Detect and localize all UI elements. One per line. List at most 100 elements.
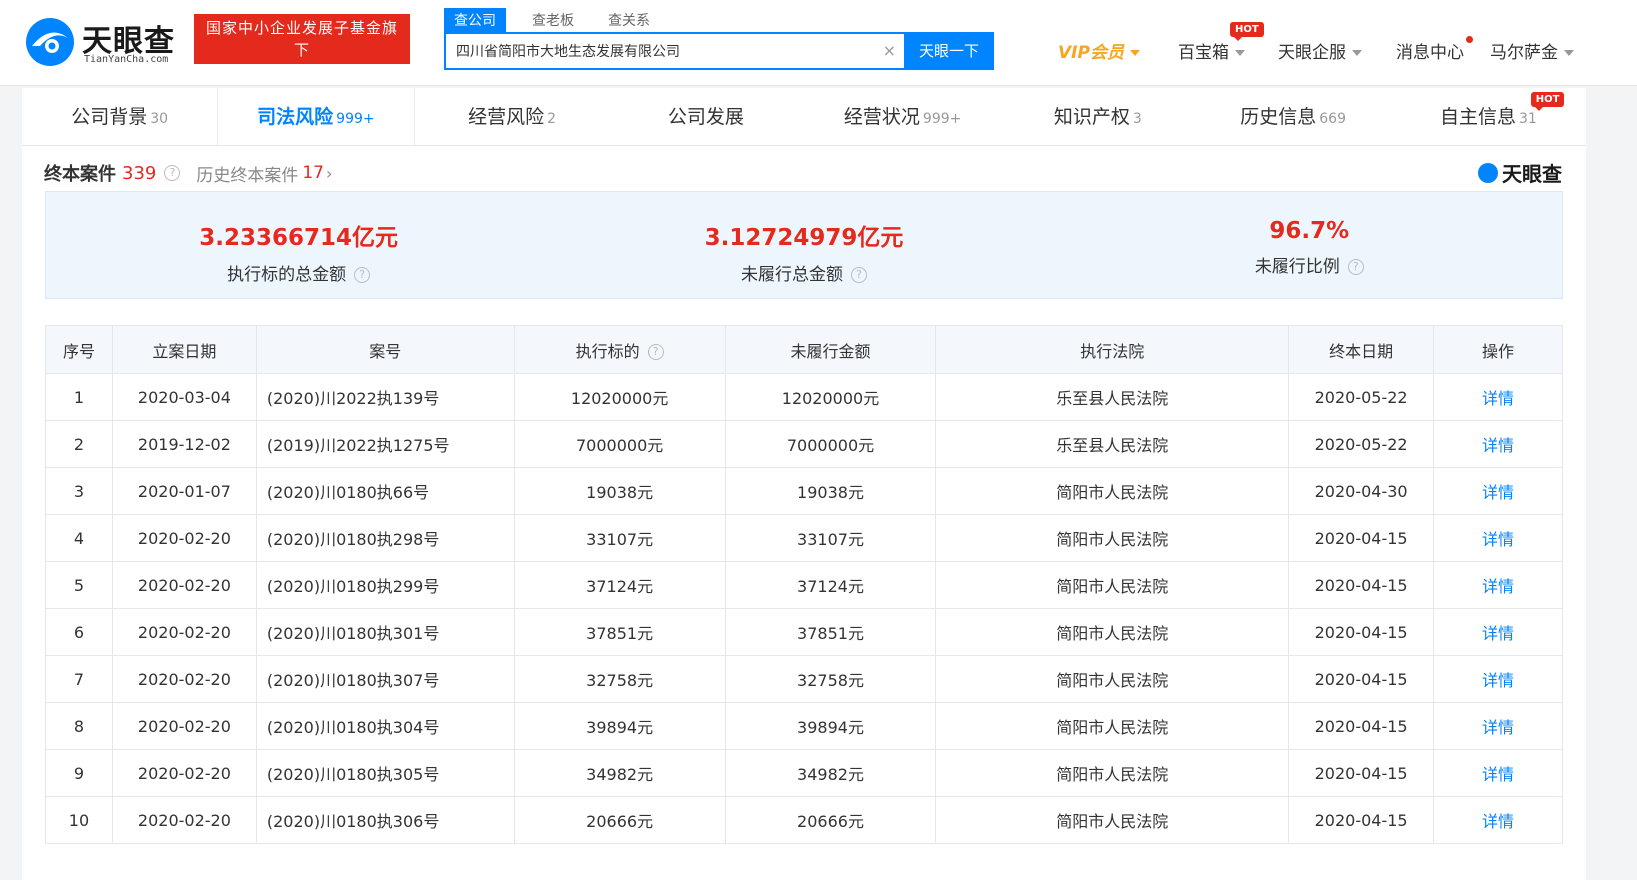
search-tab-company[interactable]: 查公司 — [444, 8, 506, 32]
table-cell: 简阳市人民法院 — [935, 561, 1290, 609]
table-row: 3 2020-01-07 (2020)川0180执66号 19038元 19038元 简阳… — [45, 467, 1563, 515]
details-link[interactable]: 详情 — [1482, 483, 1514, 502]
table-cell: 7000000元 — [724, 420, 937, 468]
details-link[interactable]: 详情 — [1482, 530, 1514, 549]
tab-count: 2 — [547, 111, 557, 127]
summary-value: 3.12724979亿元 — [704, 225, 904, 251]
table-cell: 1 — [45, 373, 113, 421]
details-link[interactable]: 详情 — [1482, 624, 1514, 643]
table-cell: 2020-02-20 — [111, 655, 257, 703]
table-header-row: 序号 立案日期 案号 执行标的? 未履行金额 执行法院 终本日期 操作 — [45, 325, 1563, 374]
table-cell: (2020)川0180执307号 — [255, 655, 515, 703]
help-icon[interactable]: ? — [354, 267, 371, 283]
table-cell: 详情 — [1433, 373, 1563, 421]
col-header: 终本日期 — [1288, 325, 1435, 374]
search-tab-boss[interactable]: 查老板 — [522, 8, 584, 32]
details-link[interactable]: 详情 — [1482, 765, 1514, 784]
details-link[interactable]: 详情 — [1482, 389, 1514, 408]
help-icon[interactable]: ? — [164, 165, 181, 181]
table-cell: 12020000元 — [513, 373, 726, 421]
details-link[interactable]: 详情 — [1482, 577, 1514, 596]
tab-intellectual-property[interactable]: 知识产权 3 — [1000, 88, 1195, 145]
table-cell: (2020)川2022执139号 — [255, 373, 515, 421]
summary-label-row: 未履行比例? — [1057, 252, 1562, 277]
help-icon[interactable]: ? — [850, 267, 867, 283]
hot-badge: HOT — [1530, 92, 1565, 111]
table-cell: 37851元 — [513, 608, 726, 656]
table-cell: 2020-04-15 — [1288, 561, 1435, 609]
summary-label-row: 执行标的总金额? — [46, 260, 551, 285]
table-cell: (2020)川0180执298号 — [255, 514, 515, 562]
summary-label: 未履行比例 — [1254, 257, 1340, 277]
history-cases-link[interactable]: 历史终本案件 — [196, 161, 298, 186]
enterprise-service-menu[interactable]: 天眼企服 — [1278, 38, 1362, 64]
chevron-right-icon[interactable]: › — [326, 164, 332, 183]
table-cell: 2020-01-07 — [111, 467, 257, 515]
watermark-brand: 天眼查 — [1478, 158, 1562, 187]
table-cell: 2019-12-02 — [111, 420, 257, 468]
search-box: × — [444, 32, 906, 70]
table-cell: 详情 — [1433, 796, 1563, 844]
table-cell: 2020-05-22 — [1288, 373, 1435, 421]
col-header: 执行标的 — [575, 341, 640, 361]
clear-icon[interactable]: × — [883, 41, 896, 60]
section-count: 339 — [122, 162, 157, 184]
details-link[interactable]: 详情 — [1482, 718, 1514, 737]
table-cell: 4 — [45, 514, 113, 562]
table-cell: 7000000元 — [513, 420, 726, 468]
table-cell: 6 — [45, 608, 113, 656]
table-cell: 8 — [45, 702, 113, 750]
details-link[interactable]: 详情 — [1482, 671, 1514, 690]
tab-count: 31 — [1518, 111, 1537, 127]
table-cell: 简阳市人民法院 — [935, 749, 1290, 797]
search-button[interactable]: 天眼一下 — [904, 32, 994, 70]
tab-judicial-risk[interactable]: 司法风险 999+ — [217, 88, 415, 145]
tab-history-info[interactable]: 历史信息 669 — [1196, 88, 1391, 145]
message-center-link[interactable]: 消息中心 — [1396, 38, 1464, 64]
treasure-box-menu[interactable]: 百宝箱 — [1178, 38, 1245, 64]
table-cell: 10 — [45, 796, 113, 844]
table-row: 10 2020-02-20 (2020)川0180执306号 20666元 20666元… — [45, 796, 1563, 844]
help-icon[interactable]: ? — [1347, 259, 1364, 275]
table-cell: 2020-04-15 — [1288, 655, 1435, 703]
tab-self-info[interactable]: 自主信息 31 HOT — [1391, 88, 1586, 145]
section-title: 终本案件 — [44, 164, 116, 185]
table-cell: 详情 — [1433, 655, 1563, 703]
help-icon[interactable]: ? — [647, 344, 664, 360]
table-cell: 详情 — [1433, 420, 1563, 468]
search-tab-relation[interactable]: 查关系 — [598, 8, 660, 32]
tab-operating-status[interactable]: 经营状况 999+ — [805, 88, 1000, 145]
table-row: 4 2020-02-20 (2020)川0180执298号 33107元 33107元简… — [45, 514, 1563, 562]
table-cell: 37124元 — [724, 561, 937, 609]
table-cell: 简阳市人民法院 — [935, 655, 1290, 703]
treasure-label: 百宝箱 — [1178, 43, 1229, 63]
table-cell: 2020-04-15 — [1288, 702, 1435, 750]
vip-member-menu[interactable]: VIP会员 — [1058, 38, 1140, 64]
table-body: 1 2020-03-04 (2020)川2022执139号 12020000元 1202… — [45, 373, 1563, 844]
table-cell: 乐至县人民法院 — [935, 373, 1290, 421]
brand-text: 天眼查 — [1502, 162, 1562, 186]
col-header: 未履行金额 — [724, 325, 937, 374]
table-cell: 2020-02-20 — [111, 561, 257, 609]
tab-count: 3 — [1132, 111, 1142, 127]
logo-eye-icon — [1478, 162, 1498, 183]
table-cell: 2020-02-20 — [111, 702, 257, 750]
table-cell: 34982元 — [724, 749, 937, 797]
table-row: 2 2019-12-02 (2019)川2022执1275号 7000000元 7000… — [45, 420, 1563, 468]
history-cases-count[interactable]: 17 — [302, 163, 324, 183]
category-tabs: 公司背景 30 司法风险 999+ 经营风险 2 公司发展 经营状况 999+ 知识产权… — [22, 88, 1586, 146]
user-menu[interactable]: 马尔萨金 — [1490, 38, 1574, 64]
tab-operating-risk[interactable]: 经营风险 2 — [415, 88, 610, 145]
table-row: 9 2020-02-20 (2020)川0180执305号 34982元 34982元简… — [45, 749, 1563, 797]
table-cell: 2020-04-30 — [1288, 467, 1435, 515]
details-link[interactable]: 详情 — [1482, 812, 1514, 831]
details-link[interactable]: 详情 — [1482, 436, 1514, 455]
section-header: 终本案件 339 ? 历史终本案件 17 › — [44, 158, 332, 188]
table-cell: 2020-05-22 — [1288, 420, 1435, 468]
search-input[interactable] — [456, 34, 876, 68]
tianyancha-logo[interactable]: 天眼查 TianYanCha.com — [24, 14, 186, 68]
tab-company-background[interactable]: 公司背景 30 — [22, 88, 217, 145]
table-cell: 20666元 — [724, 796, 937, 844]
table-row: 8 2020-02-20 (2020)川0180执304号 39894元 39894元简… — [45, 702, 1563, 750]
tab-company-development[interactable]: 公司发展 — [610, 88, 805, 145]
